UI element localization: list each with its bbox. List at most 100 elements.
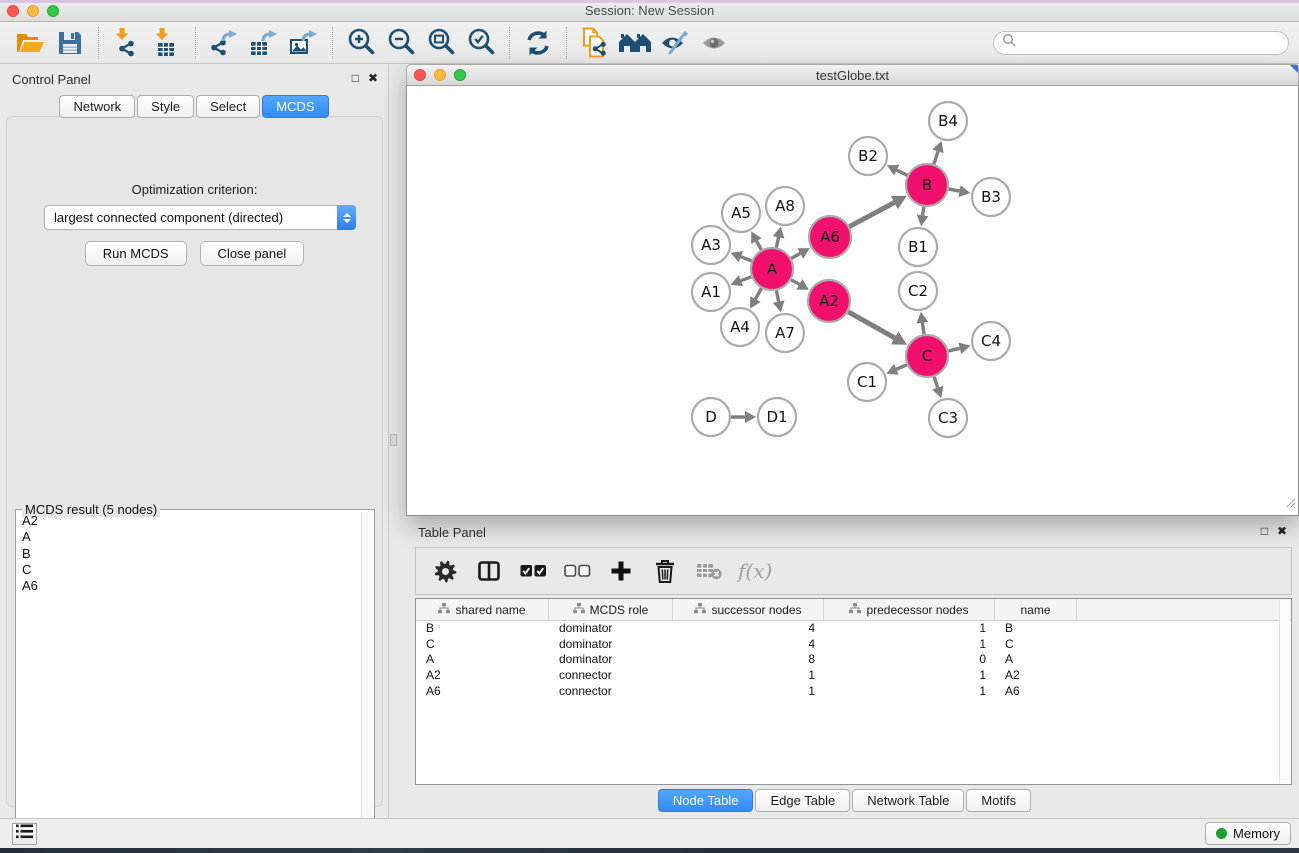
resize-grip-icon[interactable]: [1284, 495, 1296, 513]
table-cell[interactable]: connector: [549, 684, 673, 700]
graph-edge: [776, 237, 778, 247]
table-cell[interactable]: 0: [824, 652, 995, 668]
close-table-panel-icon[interactable]: ✖: [1277, 524, 1287, 538]
mcds-result-scrollbar[interactable]: [361, 512, 373, 847]
table-cell[interactable]: 1: [673, 684, 824, 700]
graph-node-label: A8: [775, 197, 795, 215]
import-table-icon[interactable]: [147, 25, 187, 61]
network-window-title: testGlobe.txt: [407, 68, 1298, 83]
copy-network-icon[interactable]: [575, 25, 615, 61]
home-icon[interactable]: [615, 25, 655, 61]
panel-divider-handle[interactable]: [390, 434, 397, 446]
table-cell[interactable]: C: [416, 637, 549, 653]
zoom-selected-icon[interactable]: [461, 25, 501, 61]
deselect-all-icon[interactable]: [562, 554, 592, 588]
close-panel-icon[interactable]: ✖: [368, 71, 378, 85]
settings-gear-icon[interactable]: [430, 554, 460, 588]
task-history-button[interactable]: [12, 823, 37, 845]
table-cell[interactable]: 1: [824, 621, 995, 637]
mcds-result-item[interactable]: A: [17, 529, 360, 545]
zoom-fit-icon[interactable]: [421, 25, 461, 61]
show-graphics-icon[interactable]: [695, 25, 735, 61]
run-mcds-button[interactable]: Run MCDS: [85, 241, 187, 266]
graph-arrowhead: [917, 215, 929, 227]
mcds-result-item[interactable]: A2: [17, 513, 360, 529]
table-cell[interactable]: B: [416, 621, 549, 637]
table-cell[interactable]: A: [416, 652, 549, 668]
graph-edge: [897, 170, 908, 175]
graph-node-label: B3: [981, 188, 1001, 206]
tab-motifs[interactable]: Motifs: [966, 789, 1031, 812]
network-window-titlebar[interactable]: testGlobe.txt: [406, 64, 1299, 86]
delete-column-icon[interactable]: [650, 554, 680, 588]
column-header-predecessor-nodes[interactable]: predecessor nodes: [824, 599, 995, 620]
tab-node-table[interactable]: Node Table: [658, 789, 754, 812]
close-panel-button[interactable]: Close panel: [200, 241, 305, 266]
open-session-icon[interactable]: [10, 25, 50, 61]
table-cell[interactable]: 1: [824, 684, 995, 700]
search-input[interactable]: [993, 31, 1289, 55]
save-session-icon[interactable]: [50, 25, 90, 61]
zoom-out-icon[interactable]: [381, 25, 421, 61]
table-cell[interactable]: A: [995, 652, 1077, 668]
table-cell[interactable]: dominator: [549, 652, 673, 668]
column-header-MCDS-role[interactable]: MCDS role: [549, 599, 673, 620]
table-cell[interactable]: A2: [995, 668, 1077, 684]
network-graph[interactable]: B4B2BB3A8A5A6A3B1AC2A1A2A4A7C4CC1DD1C3: [407, 86, 1298, 514]
float-table-panel-icon[interactable]: □: [1261, 524, 1268, 538]
column-header-shared-name[interactable]: shared name: [416, 599, 549, 620]
zoom-in-icon[interactable]: [341, 25, 381, 61]
network-canvas[interactable]: B4B2BB3A8A5A6A3B1AC2A1A2A4A7C4CC1DD1C3: [406, 86, 1299, 516]
table-scrollbar[interactable]: [1279, 600, 1290, 783]
add-column-icon[interactable]: [606, 554, 636, 588]
table-panel-title: Table Panel: [418, 525, 486, 540]
table-cell[interactable]: A6: [416, 684, 549, 700]
table-cell[interactable]: 8: [673, 652, 824, 668]
table-row[interactable]: Cdominator41C: [416, 637, 1291, 653]
memory-button[interactable]: Memory: [1205, 822, 1291, 845]
export-image-icon[interactable]: [284, 25, 324, 61]
tab-network-table[interactable]: Network Table: [852, 789, 964, 812]
export-network-icon[interactable]: [204, 25, 244, 61]
table-cell[interactable]: 4: [673, 621, 824, 637]
table-cell[interactable]: A6: [995, 684, 1077, 700]
tab-edge-table[interactable]: Edge Table: [755, 789, 850, 812]
table-cell[interactable]: 1: [673, 668, 824, 684]
tab-style[interactable]: Style: [137, 95, 194, 118]
graph-edge: [791, 280, 799, 285]
table-row[interactable]: Adominator80A: [416, 652, 1291, 668]
table-row[interactable]: A6connector11A6: [416, 684, 1291, 700]
import-network-icon[interactable]: [107, 25, 147, 61]
mcds-result-item[interactable]: B: [17, 546, 360, 562]
status-bar: Memory: [0, 818, 1299, 848]
table-cell[interactable]: connector: [549, 668, 673, 684]
table-cell[interactable]: 4: [673, 637, 824, 653]
float-panel-icon[interactable]: □: [352, 71, 359, 85]
table-cell[interactable]: 1: [824, 668, 995, 684]
search-icon: [1002, 33, 1016, 52]
table-cell[interactable]: dominator: [549, 621, 673, 637]
select-all-icon[interactable]: [518, 554, 548, 588]
tree-icon: [438, 603, 450, 617]
table-cell[interactable]: dominator: [549, 637, 673, 653]
refresh-layout-icon[interactable]: [518, 25, 558, 61]
mcds-result-item[interactable]: A6: [17, 578, 360, 594]
mcds-result-item[interactable]: C: [17, 562, 360, 578]
column-header-name[interactable]: name: [995, 599, 1077, 620]
table-row[interactable]: Bdominator41B: [416, 621, 1291, 637]
table-cell[interactable]: C: [995, 637, 1077, 653]
optimization-criterion-select[interactable]: largest connected component (directed): [44, 205, 356, 230]
table-cell[interactable]: A2: [416, 668, 549, 684]
memory-status-icon: [1216, 828, 1227, 839]
hide-graphics-icon[interactable]: [655, 25, 695, 61]
table-cell[interactable]: B: [995, 621, 1077, 637]
graph-edge: [741, 257, 752, 261]
tab-network[interactable]: Network: [59, 95, 135, 118]
table-row[interactable]: A2connector11A2: [416, 668, 1291, 684]
table-cell[interactable]: 1: [824, 637, 995, 653]
tab-mcds[interactable]: MCDS: [262, 95, 328, 118]
column-header-successor-nodes[interactable]: successor nodes: [673, 599, 824, 620]
tab-select[interactable]: Select: [196, 95, 260, 118]
columns-icon[interactable]: [474, 554, 504, 588]
export-table-icon[interactable]: [244, 25, 284, 61]
